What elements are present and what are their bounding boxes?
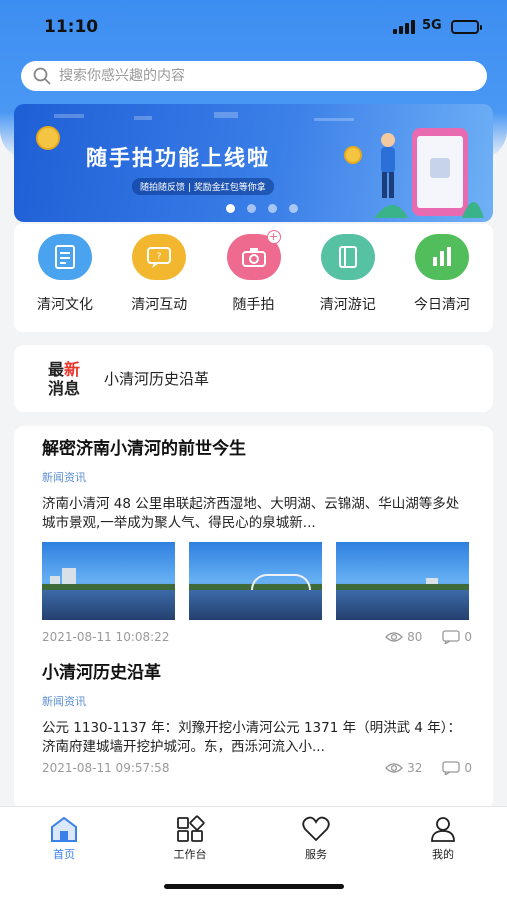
- article-card[interactable]: 解密济南小清河的前世今生 新闻资讯 济南小清河 48 公里串联起济西湿地、大明湖…: [42, 434, 472, 644]
- book-icon: [320, 234, 375, 280]
- comment-icon: [442, 761, 461, 775]
- network-type: 5G: [422, 18, 442, 33]
- chat-icon: ?: [132, 234, 187, 280]
- search-bar[interactable]: [21, 61, 487, 91]
- banner-dot[interactable]: [226, 204, 235, 213]
- article-list: 解密济南小清河的前世今生 新闻资讯 济南小清河 48 公里串联起济西湿地、大明湖…: [14, 426, 493, 810]
- menu-item-culture[interactable]: 清河文化: [20, 234, 110, 332]
- tab-workbench[interactable]: 工作台: [150, 815, 230, 862]
- eye-icon: [385, 763, 403, 773]
- comments-count: 0: [464, 630, 472, 644]
- article-category: 新闻资讯: [42, 471, 86, 484]
- news-headline[interactable]: 小清河历史沿革: [104, 368, 209, 389]
- menu-item-interaction[interactable]: ? 清河互动: [114, 234, 204, 332]
- article-time: 2021-08-11 10:08:22: [42, 630, 170, 644]
- status-time: 11:10: [44, 17, 99, 37]
- article-meta: 2021-08-11 10:08:22 80 0: [42, 630, 472, 644]
- coin-icon: [344, 146, 362, 164]
- article-thumbnail[interactable]: [189, 542, 322, 620]
- article-images: [42, 542, 472, 620]
- tab-label: 服务: [305, 848, 327, 861]
- phone-illustration: [374, 128, 484, 218]
- heart-icon: [302, 816, 330, 842]
- article-time: 2021-08-11 09:57:58: [42, 761, 170, 775]
- home-icon: [51, 816, 77, 842]
- comments-stat: 0: [442, 630, 472, 644]
- tab-label: 我的: [432, 848, 454, 861]
- person-icon: [431, 817, 455, 842]
- news-ticker[interactable]: 最新 消息 小清河历史沿革: [14, 345, 493, 412]
- search-input[interactable]: [59, 68, 459, 84]
- article-thumbnail[interactable]: [336, 542, 469, 620]
- home-indicator: [164, 884, 344, 889]
- views-count: 80: [407, 630, 423, 644]
- menu-item-label: 清河文化: [37, 297, 93, 313]
- coin-icon: [36, 126, 60, 150]
- menu-item-travelogue[interactable]: 清河游记: [303, 234, 393, 332]
- article-category: 新闻资讯: [42, 695, 86, 708]
- menu-item-label: 今日清河: [414, 297, 470, 313]
- article-title[interactable]: 小清河历史沿革: [42, 658, 472, 683]
- article-title[interactable]: 解密济南小清河的前世今生: [42, 434, 472, 459]
- grid-icon: [177, 815, 205, 842]
- banner-dot[interactable]: [289, 204, 298, 213]
- status-bar: 11:10 5G: [0, 0, 507, 52]
- tag-bottom: 消息: [48, 378, 81, 398]
- tab-mine[interactable]: 我的: [403, 815, 483, 862]
- eye-icon: [385, 632, 403, 642]
- views-stat: 32: [385, 761, 422, 775]
- battery-icon: [451, 20, 482, 34]
- article-excerpt: 济南小清河 48 公里串联起济西湿地、大明湖、云锦湖、华山湖等多处城市景观,一举…: [42, 496, 460, 531]
- tab-services[interactable]: 服务: [276, 815, 356, 862]
- svg-text:?: ?: [157, 252, 162, 262]
- tab-label: 首页: [53, 848, 75, 861]
- comments-count: 0: [464, 761, 472, 775]
- promo-banner[interactable]: 随手拍功能上线啦 随拍随反馈 | 奖励金红包等你拿: [14, 104, 493, 222]
- quick-menu: 清河文化 ? 清河互动 + 随手拍 清河游记 今日清河: [14, 224, 493, 332]
- banner-dot[interactable]: [268, 204, 277, 213]
- signal-icon: [393, 20, 415, 34]
- article-card[interactable]: 小清河历史沿革 新闻资讯 公元 1130-1137 年：刘豫开挖小清河公元 13…: [42, 658, 472, 775]
- bar-chart-icon: [415, 234, 469, 280]
- document-icon: [38, 234, 92, 280]
- banner-subtitle: 随拍随反馈 | 奖励金红包等你拿: [132, 178, 274, 195]
- views-stat: 80: [385, 630, 422, 644]
- comment-icon: [442, 630, 461, 644]
- banner-dot[interactable]: [247, 204, 256, 213]
- camera-icon: +: [226, 230, 281, 280]
- tag-top: 最新: [48, 359, 81, 379]
- menu-item-snapshot[interactable]: + 随手拍: [209, 230, 299, 332]
- latest-news-tag: 最新 消息: [48, 360, 92, 398]
- article-excerpt: 公元 1130-1137 年：刘豫开挖小清河公元 1371 年（明洪武 4 年）…: [42, 720, 462, 755]
- article-meta: 2021-08-11 09:57:58 32 0: [42, 761, 472, 775]
- menu-item-label: 清河互动: [131, 297, 188, 313]
- menu-item-label: 清河游记: [319, 297, 376, 313]
- article-thumbnail[interactable]: [42, 542, 175, 620]
- banner-pagination[interactable]: [226, 204, 298, 213]
- menu-item-today[interactable]: 今日清河: [397, 234, 487, 332]
- banner-title: 随手拍功能上线啦: [86, 146, 270, 170]
- tab-label: 工作台: [173, 848, 207, 861]
- menu-item-label: 随手拍: [232, 297, 275, 313]
- add-badge-icon: +: [266, 230, 281, 244]
- views-count: 32: [407, 761, 423, 775]
- comments-stat: 0: [442, 761, 472, 775]
- tab-home[interactable]: 首页: [24, 815, 104, 862]
- search-icon: [33, 67, 51, 85]
